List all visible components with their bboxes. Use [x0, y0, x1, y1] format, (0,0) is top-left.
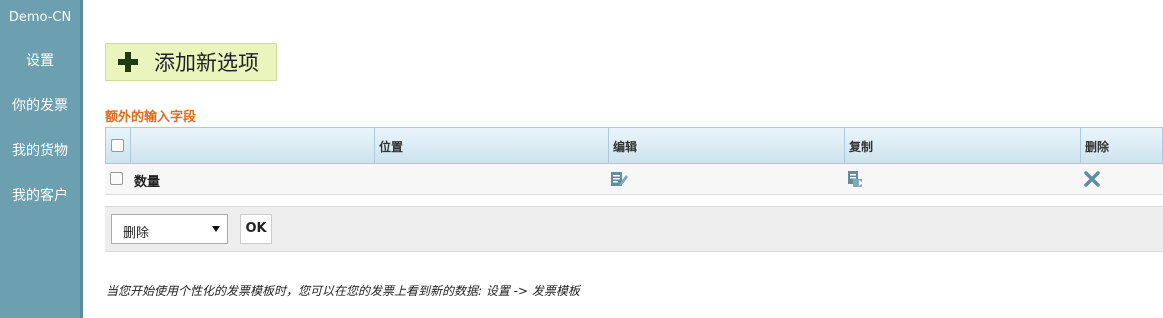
bulk-action-bar: 删除 OK: [105, 206, 1163, 252]
dropdown-arrow-icon: [212, 226, 220, 232]
column-header-copy: 复制: [844, 128, 1080, 163]
sidebar-item-my-customers[interactable]: 我的客户: [0, 185, 80, 205]
sidebar: Demo-CN 设置 你的发票 我的货物 我的客户: [0, 0, 80, 318]
fields-table: 位置 编辑 复制 删除 数量: [105, 127, 1163, 195]
plus-icon: [118, 52, 138, 72]
table-header: 位置 编辑 复制 删除: [105, 127, 1163, 164]
sidebar-item-your-invoices[interactable]: 你的发票: [0, 95, 80, 115]
add-new-option-label: 添加新选项: [154, 51, 259, 75]
bulk-action-selected: 删除: [123, 226, 150, 241]
ok-button[interactable]: OK: [240, 214, 272, 244]
brand-name[interactable]: Demo-CN: [0, 10, 80, 25]
edit-icon[interactable]: [610, 170, 628, 192]
table-row: 数量: [105, 164, 1163, 195]
column-header-name: [130, 128, 374, 163]
template-hint-note: 当您开始使用个性化的发票模板时，您可以在您的发票上看到新的数据: 设置 -> 发…: [106, 284, 580, 298]
field-name: 数量: [134, 175, 161, 190]
copy-icon[interactable]: [847, 170, 865, 192]
column-header-edit: 编辑: [608, 128, 844, 163]
section-title: 额外的输入字段: [105, 110, 197, 125]
bulk-action-select[interactable]: 删除: [111, 214, 228, 244]
sidebar-item-settings[interactable]: 设置: [0, 50, 80, 70]
sidebar-divider: [80, 0, 83, 318]
column-header-position[interactable]: 位置: [374, 128, 608, 163]
add-new-option-button[interactable]: 添加新选项: [105, 43, 277, 81]
sidebar-item-my-goods[interactable]: 我的货物: [0, 140, 80, 160]
delete-icon[interactable]: [1083, 170, 1101, 192]
column-header-delete: 删除: [1080, 128, 1162, 163]
row-checkbox[interactable]: [110, 172, 123, 185]
select-all-checkbox[interactable]: [111, 139, 124, 152]
